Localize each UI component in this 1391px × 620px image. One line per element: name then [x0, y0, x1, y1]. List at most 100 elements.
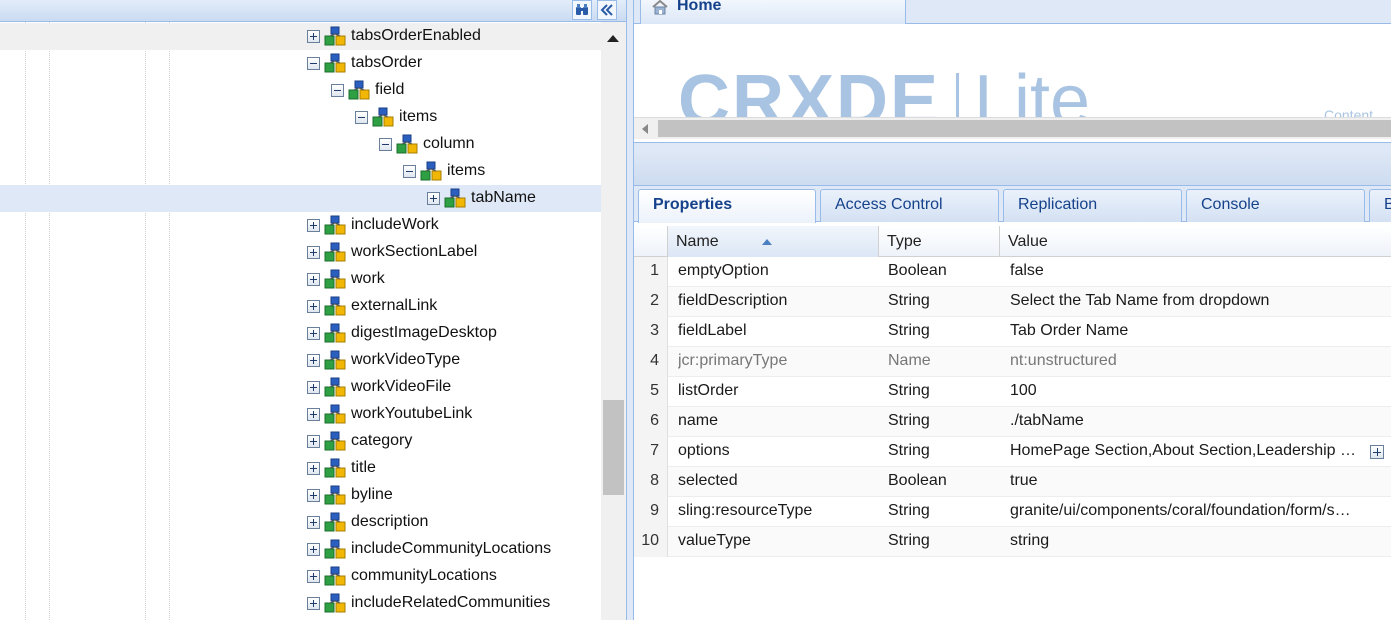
- cell-value[interactable]: true: [1010, 472, 1366, 490]
- cell-name[interactable]: listOrder: [678, 382, 878, 400]
- tree-node[interactable]: byline: [0, 482, 601, 509]
- tree-node[interactable]: workYoutubeLink: [0, 401, 601, 428]
- cell-name[interactable]: jcr:primaryType: [678, 352, 878, 370]
- horizontal-splitter[interactable]: [634, 142, 1391, 150]
- expand-node-icon[interactable]: [307, 219, 320, 232]
- tab-properties[interactable]: Properties: [638, 189, 816, 223]
- cell-name[interactable]: valueType: [678, 532, 878, 550]
- cell-name[interactable]: emptyOption: [678, 262, 878, 280]
- table-row[interactable]: 6 name String ./tabName: [634, 407, 1391, 437]
- cell-name[interactable]: fieldLabel: [678, 322, 878, 340]
- cell-type[interactable]: Name: [888, 352, 998, 370]
- table-row[interactable]: 9 sling:resourceType String granite/ui/comp…: [634, 497, 1391, 527]
- tree-node[interactable]: communityLocations: [0, 563, 601, 590]
- tree-node[interactable]: tabName: [0, 185, 601, 212]
- expand-node-icon[interactable]: [307, 543, 320, 556]
- cell-type[interactable]: String: [888, 442, 998, 460]
- table-row[interactable]: 8 selected Boolean true: [634, 467, 1391, 497]
- tree-node[interactable]: workSectionLabel: [0, 239, 601, 266]
- tree-node[interactable]: category: [0, 428, 601, 455]
- vertical-splitter[interactable]: [626, 0, 634, 620]
- cell-value[interactable]: string: [1010, 532, 1366, 550]
- cell-value[interactable]: HomePage Section,About Section,Leadershi…: [1010, 442, 1366, 460]
- expand-node-icon[interactable]: [307, 462, 320, 475]
- tree-node[interactable]: items: [0, 158, 601, 185]
- cell-value[interactable]: nt:unstructured: [1010, 352, 1366, 370]
- tree-node[interactable]: includeRelatedCommunities: [0, 590, 601, 617]
- tree-node[interactable]: description: [0, 509, 601, 536]
- collapse-panel-icon[interactable]: [597, 0, 617, 20]
- cell-type[interactable]: String: [888, 502, 998, 520]
- column-header-value[interactable]: Value: [1000, 226, 1391, 257]
- expand-node-icon[interactable]: [307, 246, 320, 259]
- table-row[interactable]: 7 options String HomePage Section,About Sec…: [634, 437, 1391, 467]
- collapse-node-icon[interactable]: [331, 84, 344, 97]
- cell-type[interactable]: String: [888, 532, 998, 550]
- cell-name[interactable]: name: [678, 412, 878, 430]
- scroll-up-icon[interactable]: [607, 35, 619, 42]
- expand-node-icon[interactable]: [307, 30, 320, 43]
- expand-node-icon[interactable]: [307, 597, 320, 610]
- column-header-name[interactable]: Name: [668, 226, 879, 257]
- cell-type[interactable]: String: [888, 292, 998, 310]
- table-row[interactable]: 10 valueType String string: [634, 527, 1391, 557]
- tab-home[interactable]: Home: [640, 0, 906, 24]
- table-row[interactable]: 2 fieldDescription String Select the Tab Na…: [634, 287, 1391, 317]
- cell-name[interactable]: options: [678, 442, 878, 460]
- expand-node-icon[interactable]: [307, 435, 320, 448]
- tree-scrollbar[interactable]: [601, 22, 626, 620]
- cell-value[interactable]: granite/ui/components/coral/foundation/f…: [1010, 502, 1366, 520]
- cell-value[interactable]: Select the Tab Name from dropdown: [1010, 292, 1366, 310]
- collapse-node-icon[interactable]: [379, 138, 392, 151]
- cell-type[interactable]: String: [888, 412, 998, 430]
- binoculars-icon[interactable]: [572, 0, 592, 20]
- tree-node[interactable]: tabsOrder: [0, 50, 601, 77]
- tab-build-info[interactable]: B: [1369, 189, 1391, 222]
- tree-node[interactable]: items: [0, 104, 601, 131]
- cell-value[interactable]: ./tabName: [1010, 412, 1366, 430]
- expand-node-icon[interactable]: [307, 408, 320, 421]
- tree-node[interactable]: column: [0, 131, 601, 158]
- tree-node[interactable]: field: [0, 77, 601, 104]
- collapse-node-icon[interactable]: [403, 165, 416, 178]
- cell-value[interactable]: false: [1010, 262, 1366, 280]
- cell-type[interactable]: Boolean: [888, 262, 998, 280]
- expand-node-icon[interactable]: [307, 273, 320, 286]
- table-row[interactable]: 3 fieldLabel String Tab Order Name: [634, 317, 1391, 347]
- table-row[interactable]: 1 emptyOption Boolean false: [634, 257, 1391, 287]
- home-horizontal-scrollbar[interactable]: [634, 117, 1391, 139]
- tree-node[interactable]: tabsOrderEnabled: [0, 23, 601, 50]
- expand-node-icon[interactable]: [307, 300, 320, 313]
- cell-name[interactable]: selected: [678, 472, 878, 490]
- expand-node-icon[interactable]: [307, 327, 320, 340]
- scroll-thumb-horizontal[interactable]: [658, 120, 1391, 137]
- table-row[interactable]: 4 jcr:primaryType Name nt:unstructured: [634, 347, 1391, 377]
- expand-node-icon[interactable]: [307, 381, 320, 394]
- cell-type[interactable]: Boolean: [888, 472, 998, 490]
- expand-node-icon[interactable]: [307, 516, 320, 529]
- cell-name[interactable]: sling:resourceType: [678, 502, 878, 520]
- expand-node-icon[interactable]: [307, 354, 320, 367]
- cell-name[interactable]: fieldDescription: [678, 292, 878, 310]
- collapse-node-icon[interactable]: [355, 111, 368, 124]
- cell-value[interactable]: 100: [1010, 382, 1366, 400]
- table-row[interactable]: 5 listOrder String 100: [634, 377, 1391, 407]
- tab-access-control[interactable]: Access Control: [820, 189, 999, 222]
- cell-type[interactable]: String: [888, 382, 998, 400]
- tree-node[interactable]: title: [0, 455, 601, 482]
- expand-node-icon[interactable]: [307, 570, 320, 583]
- tree-node[interactable]: workVideoFile: [0, 374, 601, 401]
- scroll-left-icon[interactable]: [642, 124, 648, 134]
- tab-replication[interactable]: Replication: [1003, 189, 1182, 222]
- tab-console[interactable]: Console: [1186, 189, 1365, 222]
- expand-node-icon[interactable]: [307, 489, 320, 502]
- tree-node[interactable]: work: [0, 266, 601, 293]
- expand-node-icon[interactable]: [427, 192, 440, 205]
- column-header-type[interactable]: Type: [879, 226, 1000, 257]
- cell-type[interactable]: String: [888, 322, 998, 340]
- tree-node[interactable]: digestImageDesktop: [0, 320, 601, 347]
- tree-node[interactable]: workVideoType: [0, 347, 601, 374]
- cell-value[interactable]: Tab Order Name: [1010, 322, 1366, 340]
- tree-node[interactable]: includeWork: [0, 212, 601, 239]
- expand-multivalue-icon[interactable]: [1370, 445, 1384, 459]
